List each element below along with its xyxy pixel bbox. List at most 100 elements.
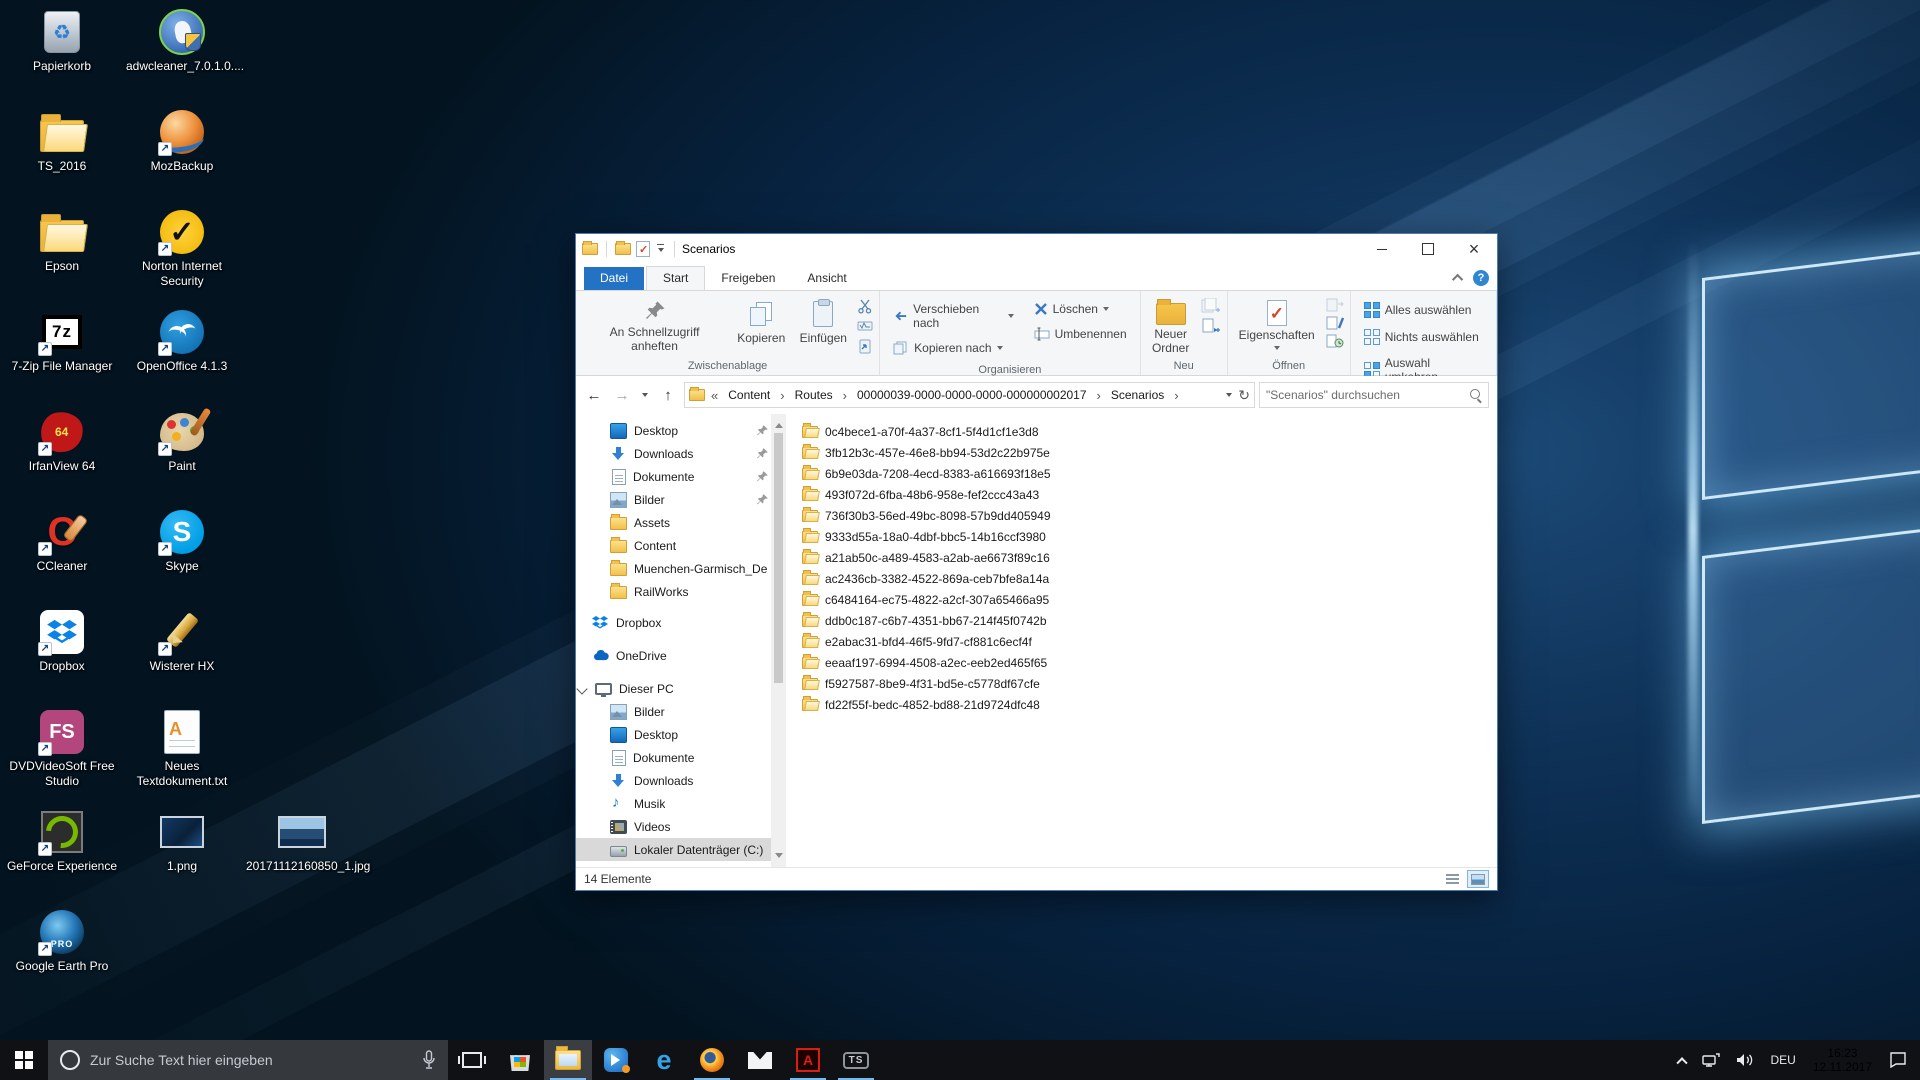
refresh-icon[interactable] [1238, 387, 1250, 404]
taskbar-app-edge[interactable] [640, 1040, 688, 1080]
taskbar-app-train-simulator[interactable] [832, 1040, 880, 1080]
clock[interactable]: 16:23 12.11.2017 [1805, 1046, 1880, 1074]
desktop-icon-adwcleaner[interactable]: adwcleaner_7.0.1.0.... [124, 4, 244, 104]
nav-scrollbar[interactable] [771, 414, 786, 867]
edit-button[interactable] [1326, 316, 1344, 330]
new-folder-button[interactable]: Neuer Ordner [1145, 294, 1197, 356]
scroll-down-icon[interactable] [774, 853, 783, 862]
nav-item-pc-musik[interactable]: Musik [576, 792, 771, 815]
qat-customize-icon[interactable] [655, 242, 666, 257]
nav-item-dokumente[interactable]: Dokumente [576, 465, 771, 488]
nav-item-onedrive[interactable]: OneDrive [576, 644, 771, 667]
nav-item-dropbox[interactable]: Dropbox [576, 611, 771, 634]
new-item-button[interactable] [1201, 298, 1221, 314]
file-row[interactable]: f5927587-8be9-4f31-bd5e-c5778df67cfe [794, 673, 1048, 694]
file-row[interactable]: e2abac31-bfd4-46f5-9fd7-cf881c6ecf4f [794, 631, 1040, 652]
desktop-icon-1png[interactable]: 1.png [124, 804, 240, 904]
tab-datei[interactable]: Datei [584, 267, 645, 290]
volume-button[interactable] [1729, 1040, 1761, 1080]
title-bar[interactable]: Scenarios [576, 234, 1497, 264]
desktop-icon-neues-textdokument[interactable]: Neues Textdokument.txt [124, 704, 240, 804]
desktop-icon-wisterer[interactable]: Wisterer HX [124, 604, 240, 704]
qat-properties-icon[interactable] [636, 241, 650, 257]
easy-access-button[interactable] [1201, 318, 1221, 334]
breadcrumb-routes[interactable]: Routes [791, 385, 837, 405]
language-indicator[interactable]: DEU [1763, 1040, 1802, 1080]
breadcrumb[interactable]: « Content › Routes › 00000039-0000-0000-… [684, 382, 1255, 408]
file-row[interactable]: 9333d55a-18a0-4dbf-bbc5-14b16ccf3980 [794, 526, 1054, 547]
tray-overflow-button[interactable] [1671, 1040, 1693, 1080]
file-row[interactable]: 3fb12b3c-457e-46e8-bb94-53d2c22b975e [794, 442, 1058, 463]
close-button[interactable] [1451, 234, 1497, 264]
cut-button[interactable] [857, 298, 873, 314]
maximize-button[interactable] [1405, 234, 1451, 264]
qat-folder-icon[interactable] [615, 241, 631, 255]
nav-item-local-disk-c[interactable]: Lokaler Datenträger (C:) [576, 838, 771, 861]
move-to-button[interactable]: Verschieben nach [886, 298, 1020, 334]
tab-start[interactable]: Start [646, 266, 706, 290]
desktop-icon-ccleaner[interactable]: CCleaner [4, 504, 120, 604]
file-row[interactable]: c6484164-ec75-4822-a2cf-307a65466a95 [794, 589, 1057, 610]
recent-locations-icon[interactable] [638, 383, 652, 407]
file-row[interactable]: eeaaf197-6994-4508-a2ec-eeb2ed465f65 [794, 652, 1055, 673]
pin-to-quick-access-button[interactable]: An Schnellzugriff anheften [580, 294, 729, 356]
copy-button[interactable]: Kopieren [731, 294, 791, 356]
delete-button[interactable]: Löschen [1027, 298, 1134, 320]
copy-path-button[interactable] [857, 318, 873, 334]
desktop-icon-ts2016[interactable]: TS_2016 [4, 104, 120, 204]
scrollbar-thumb[interactable] [774, 433, 783, 683]
desktop-icon-openoffice[interactable]: OpenOffice 4.1.3 [124, 304, 240, 404]
desktop-icon-paint[interactable]: Paint [124, 404, 240, 504]
file-row[interactable]: 493f072d-6fba-48b6-958e-fef2ccc43a43 [794, 484, 1047, 505]
nav-item-railworks[interactable]: RailWorks [576, 580, 771, 603]
nav-item-desktop[interactable]: Desktop [576, 419, 771, 442]
nav-item-pc-dokumente[interactable]: Dokumente [576, 746, 771, 769]
nav-item-pc-desktop[interactable]: Desktop [576, 723, 771, 746]
explorer-search-box[interactable] [1259, 382, 1489, 408]
desktop-icon-jpg[interactable]: 20171112160850_1.jpg [244, 804, 370, 904]
desktop-icon-irfanview[interactable]: IrfanView 64 [4, 404, 120, 504]
taskbar-app-store[interactable] [496, 1040, 544, 1080]
nav-item-bilder[interactable]: Bilder [576, 488, 771, 511]
file-row[interactable]: ddb0c187-c6b7-4351-bb67-214f45f0742b [794, 610, 1055, 631]
paste-button[interactable]: Einfügen [793, 294, 853, 356]
taskbar-app-mail[interactable] [736, 1040, 784, 1080]
nav-item-downloads[interactable]: Downloads [576, 442, 771, 465]
search-icon[interactable] [1470, 389, 1482, 401]
taskbar-search-input[interactable] [90, 1052, 412, 1068]
desktop-icon-7zip[interactable]: 7-Zip File Manager [4, 304, 120, 404]
rename-button[interactable]: Umbenennen [1027, 323, 1134, 345]
tab-freigeben[interactable]: Freigeben [705, 267, 791, 290]
action-center-button[interactable] [1882, 1040, 1914, 1080]
desktop-icon-norton[interactable]: Norton Internet Security [124, 204, 240, 304]
file-row[interactable]: 736f30b3-56ed-49bc-8098-57b9dd405949 [794, 505, 1059, 526]
desktop-icon-google-earth[interactable]: Google Earth Pro [4, 904, 120, 1004]
file-row[interactable]: 6b9e03da-7208-4ecd-8383-a616693f18e5 [794, 463, 1059, 484]
taskbar-app-media-player[interactable] [592, 1040, 640, 1080]
help-icon[interactable] [1473, 270, 1489, 286]
address-dropdown-icon[interactable] [1226, 392, 1233, 400]
desktop-icon-geforce[interactable]: GeForce Experience [4, 804, 120, 904]
explorer-search-input[interactable] [1266, 388, 1470, 402]
paste-shortcut-button[interactable] [857, 338, 873, 354]
desktop-icon-dropbox[interactable]: Dropbox [4, 604, 120, 704]
nav-item-dieser-pc[interactable]: Dieser PC [576, 677, 771, 700]
tab-ansicht[interactable]: Ansicht [791, 267, 862, 290]
breadcrumb-content[interactable]: Content [724, 385, 774, 405]
network-button[interactable] [1695, 1040, 1727, 1080]
nav-item-muenchen-garmisch[interactable]: Muenchen-Garmisch_De [576, 557, 771, 580]
breadcrumb-scenarios[interactable]: Scenarios [1107, 385, 1168, 405]
taskbar-app-acrobat[interactable] [784, 1040, 832, 1080]
taskbar-app-explorer[interactable] [544, 1040, 592, 1080]
minimize-button[interactable] [1359, 234, 1405, 264]
breadcrumb-route-guid[interactable]: 00000039-0000-0000-0000-000000002017 [853, 385, 1091, 405]
back-button[interactable]: ← [582, 383, 606, 407]
nav-item-pc-downloads[interactable]: Downloads [576, 769, 771, 792]
collapse-ribbon-icon[interactable] [1451, 273, 1464, 286]
taskbar-search-box[interactable] [48, 1040, 448, 1080]
details-view-button[interactable] [1441, 870, 1463, 888]
breadcrumb-overflow[interactable]: « [709, 388, 720, 403]
nav-item-pc-videos[interactable]: Videos [576, 815, 771, 838]
nav-item-content[interactable]: Content [576, 534, 771, 557]
copy-to-button[interactable]: Kopieren nach [886, 337, 1020, 359]
